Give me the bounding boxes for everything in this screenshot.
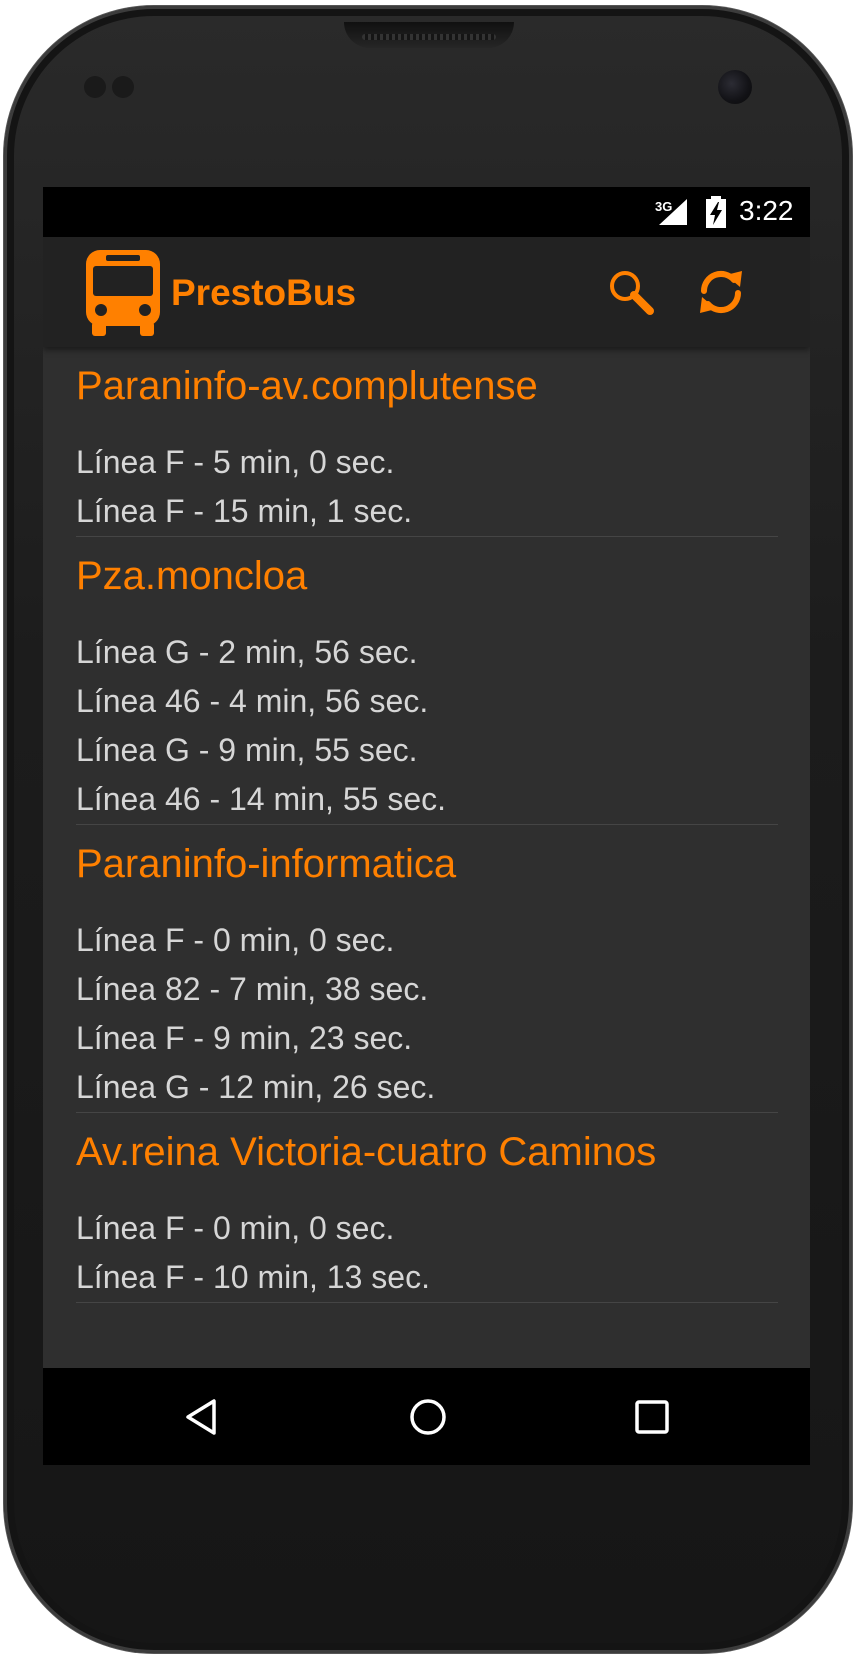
recents-icon [635, 1400, 669, 1434]
arrival-time: Línea 82 - 7 min, 38 sec. [76, 971, 429, 1007]
search-button[interactable] [601, 262, 661, 322]
home-button[interactable] [403, 1392, 453, 1442]
bus-icon [86, 250, 160, 336]
arrival-time: Línea F - 10 min, 13 sec. [76, 1259, 430, 1295]
stop-list[interactable]: Paraninfo-av.complutense Línea F - 5 min… [43, 347, 810, 1368]
stop-name: Pza.moncloa [76, 554, 308, 598]
back-button[interactable] [177, 1392, 227, 1442]
arrival-time: Línea F - 0 min, 0 sec. [76, 922, 395, 958]
stop-card[interactable]: Paraninfo-av.complutense Línea F - 5 min… [76, 347, 778, 537]
search-icon [610, 271, 654, 315]
stop-card[interactable]: Paraninfo-informatica Línea F - 0 min, 0… [76, 825, 778, 1113]
arrival-time: Línea G - 9 min, 55 sec. [76, 732, 418, 768]
action-bar: PrestoBus [43, 237, 810, 347]
stop-name: Av.reina Victoria-cuatro Caminos [76, 1130, 657, 1174]
home-icon [410, 1399, 446, 1435]
status-time: 3:22 [739, 195, 794, 226]
device-screen: 3G 3:22 PrestoBus Paraninfo-av.compluten… [43, 187, 810, 1465]
app-title: PrestoBus [171, 272, 357, 313]
navigation-bar [43, 1368, 810, 1465]
refresh-icon [700, 270, 742, 314]
proximity-sensor [84, 76, 106, 98]
refresh-button[interactable] [691, 262, 751, 322]
arrival-time: Línea G - 2 min, 56 sec. [76, 634, 418, 670]
arrival-time: Línea 46 - 4 min, 56 sec. [76, 683, 429, 719]
stop-card[interactable]: Pza.moncloa Línea G - 2 min, 56 sec. Lín… [76, 537, 778, 825]
stop-card[interactable]: Av.reina Victoria-cuatro Caminos Línea F… [76, 1113, 778, 1303]
battery-charging-icon [706, 196, 726, 228]
arrival-time: Línea F - 9 min, 23 sec. [76, 1020, 413, 1056]
status-bar: 3G 3:22 [43, 187, 810, 237]
recents-button[interactable] [627, 1392, 677, 1442]
front-camera [718, 70, 752, 104]
arrival-time: Línea 46 - 14 min, 55 sec. [76, 781, 446, 817]
arrival-time: Línea F - 0 min, 0 sec. [76, 1210, 395, 1246]
network-type: 3G [655, 199, 673, 214]
stop-name: Paraninfo-informatica [76, 842, 457, 886]
stop-name: Paraninfo-av.complutense [76, 364, 538, 408]
arrival-time: Línea F - 15 min, 1 sec. [76, 493, 413, 529]
arrival-time: Línea G - 12 min, 26 sec. [76, 1069, 436, 1105]
arrival-time: Línea F - 5 min, 0 sec. [76, 444, 395, 480]
back-icon [186, 1399, 216, 1435]
earpiece-speaker [344, 22, 514, 48]
light-sensor [112, 76, 134, 98]
